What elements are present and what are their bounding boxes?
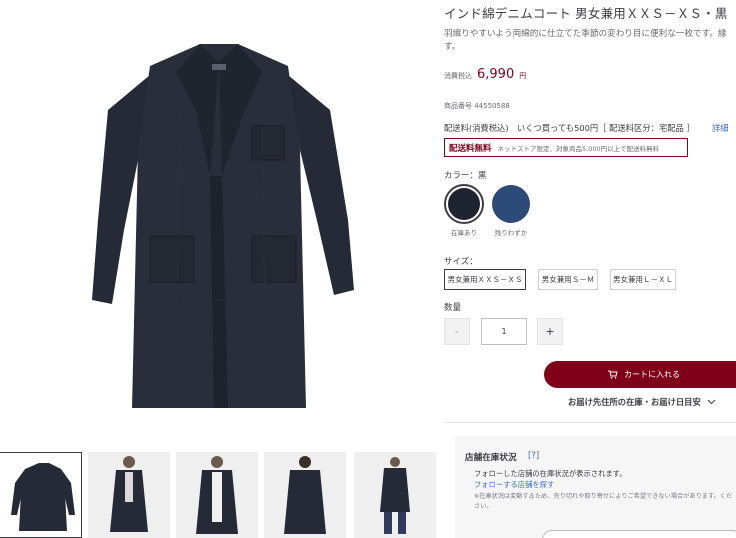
quantity-label: 数量 xyxy=(444,303,462,313)
size-label: サイズ： xyxy=(444,257,478,267)
quantity-minus-button[interactable]: - xyxy=(444,318,470,345)
thumbnail-5[interactable] xyxy=(354,452,436,538)
size-option-l-xl[interactable]: 男女兼用Ｌ－ＸＬ xyxy=(610,269,676,290)
divider xyxy=(444,422,736,423)
find-store-link[interactable]: フォローする店舗を探す xyxy=(474,480,554,490)
swatch-navy-fill xyxy=(492,185,530,223)
thumbnail-4[interactable] xyxy=(264,452,346,538)
price-label: 消費税込 xyxy=(444,72,472,80)
coat-illustration xyxy=(92,44,354,409)
quantity-input[interactable] xyxy=(481,318,527,345)
add-to-cart-button[interactable]: カートに入れる xyxy=(544,361,736,388)
thumbnail-1[interactable] xyxy=(0,452,82,538)
shipping-text: 配送料(消費税込) いくつ買っても500円［ 配送料区分：宅配品 ］ xyxy=(444,123,695,133)
main-product-image xyxy=(0,0,438,432)
store-stock-note: ※在庫状況は変動するため、売り切れや取り寄せによりご希望できない場合があります。… xyxy=(474,493,733,510)
product-number: 商品番号 44550588 xyxy=(444,102,510,110)
color-swatch-black[interactable] xyxy=(444,184,484,224)
store-follow-text: フォローした店舗の在庫状況が表示されます。 xyxy=(474,469,627,478)
size-option-xxs-xs[interactable]: 男女兼用ＸＸＳ－ＸＳ xyxy=(444,269,526,290)
free-shipping-box: 配送料無料 ネットストア限定、対象商品5,000円以上で配送料無料 xyxy=(444,138,688,157)
swatch-caption-black: 在庫あり xyxy=(451,229,477,237)
free-shipping-note: ネットストア限定、対象商品5,000円以上で配送料無料 xyxy=(497,144,660,153)
add-to-cart-label: カートに入れる xyxy=(624,370,680,379)
price-unit: 円 xyxy=(519,72,527,80)
delivery-stock-label: お届け先住所の在庫・お届け日目安 xyxy=(568,397,701,407)
store-action-button[interactable] xyxy=(542,530,736,538)
color-label: カラー：黒 xyxy=(444,171,487,181)
size-option-s-m[interactable]: 男女兼用Ｓ－Ｍ xyxy=(538,269,598,290)
free-shipping-title: 配送料無料 xyxy=(449,143,492,154)
shipping-detail-link[interactable]: 詳細 xyxy=(712,122,729,134)
store-stock-title: 店舗在庫状況 xyxy=(465,453,517,463)
price-value: 6,990 xyxy=(477,67,515,82)
chevron-down-icon xyxy=(707,399,716,405)
swatch-caption-navy: 残りわずか xyxy=(494,229,528,237)
delivery-stock-link[interactable]: お届け先住所の在庫・お届け日目安 xyxy=(568,396,716,408)
thumbnail-strip xyxy=(0,452,440,538)
store-help-link[interactable]: [?] xyxy=(528,451,539,461)
color-swatch-navy[interactable] xyxy=(492,185,530,223)
quantity-plus-button[interactable]: + xyxy=(537,318,563,345)
price-row: 消費税込 6,990 円 xyxy=(444,67,526,82)
swatch-black-fill xyxy=(448,188,480,220)
thumbnail-2[interactable] xyxy=(88,452,170,538)
product-title: インド綿デニムコート 男女兼用ＸＸＳ－ＸＳ・黒 xyxy=(444,6,728,21)
product-description: 羽織りやすいよう両綿的に仕立てた季節の変わり目に便利な一枚です。縁す。 xyxy=(444,29,727,52)
cart-icon xyxy=(608,370,618,379)
thumbnail-3[interactable] xyxy=(176,452,258,538)
